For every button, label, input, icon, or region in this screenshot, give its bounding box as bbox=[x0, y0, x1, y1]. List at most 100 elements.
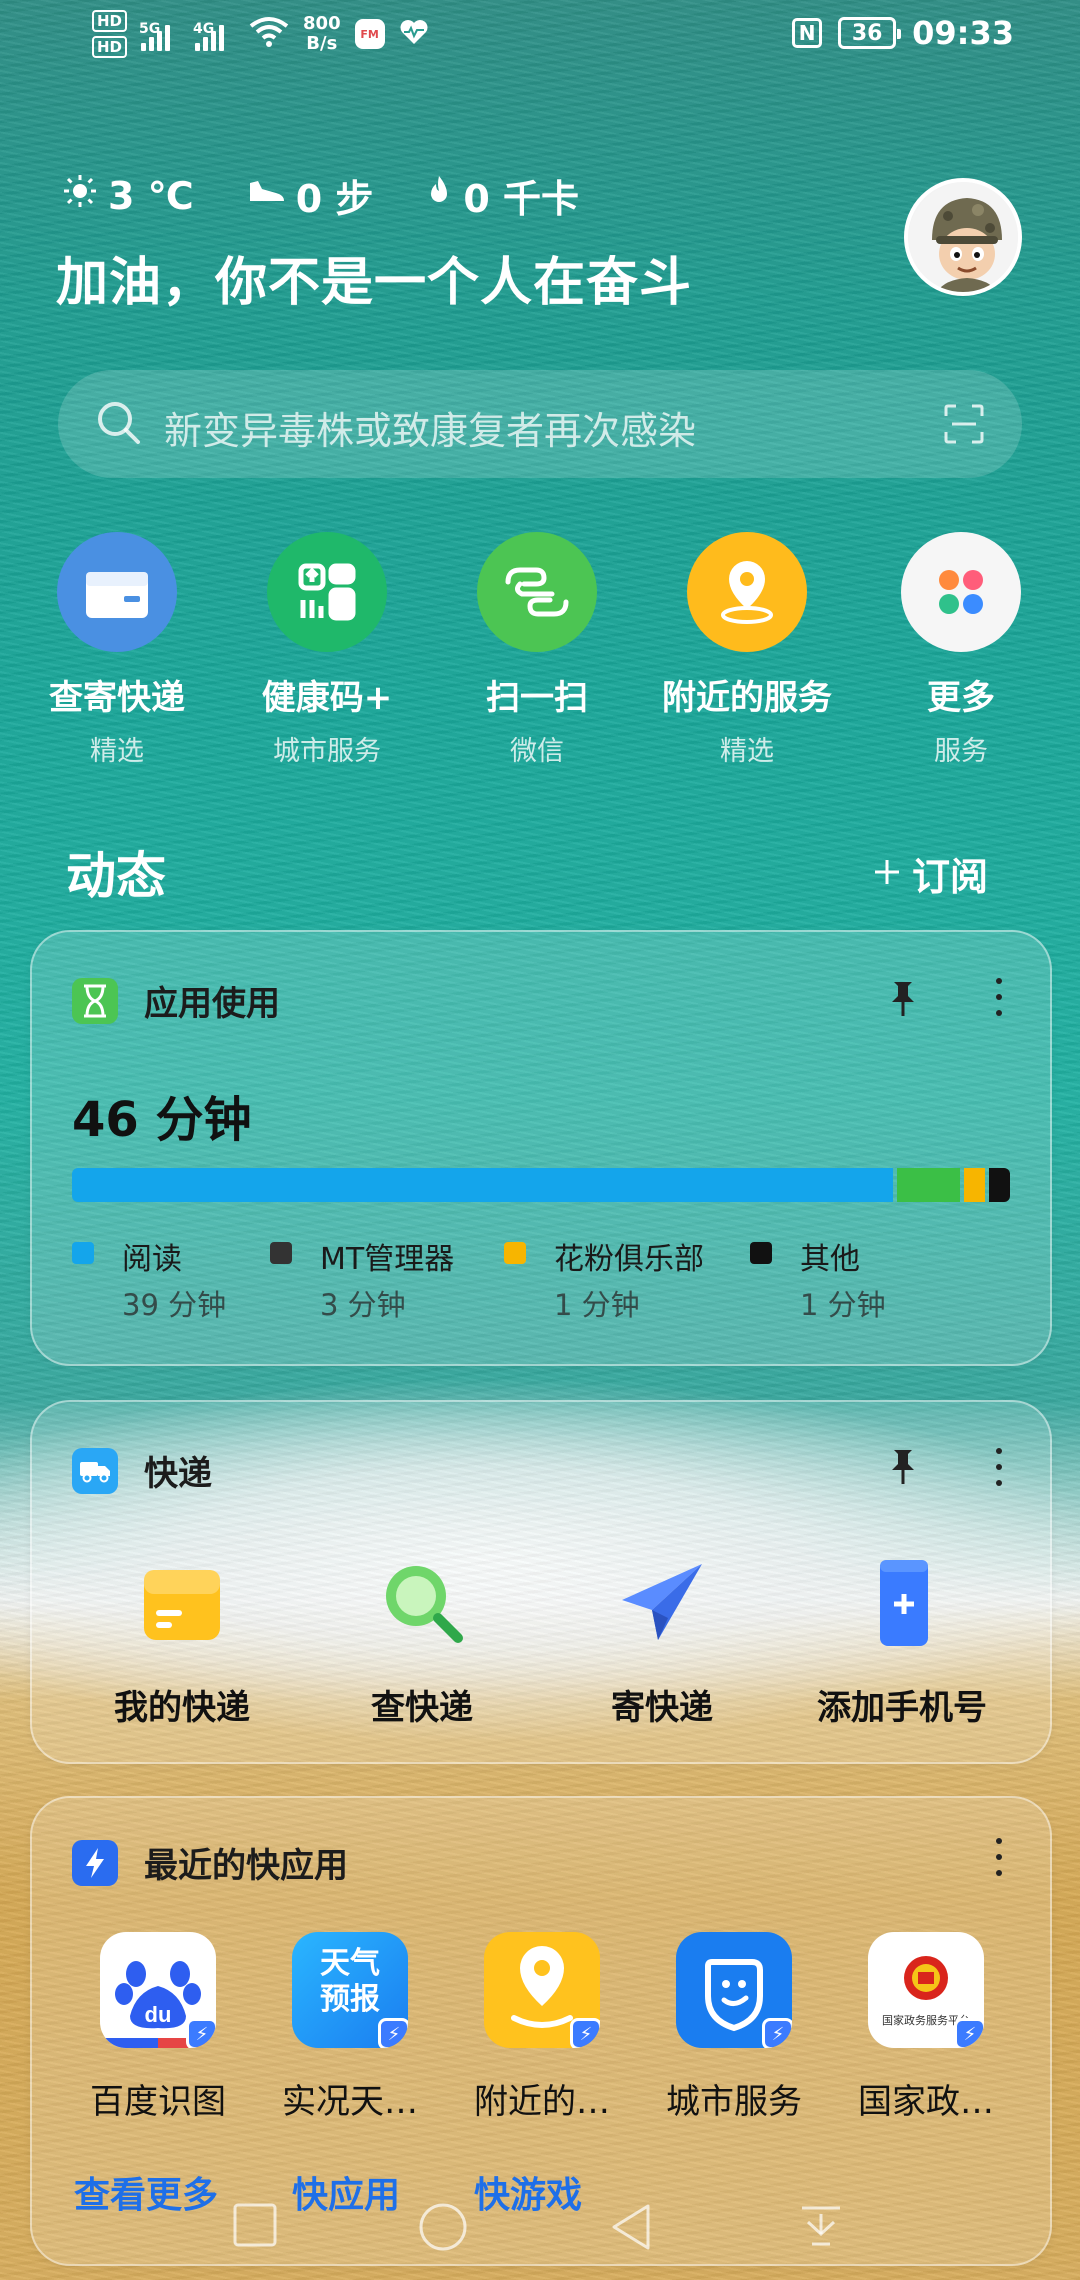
usage-bar bbox=[72, 1168, 1010, 1202]
usage-legend: 阅读 39 分钟 MT管理器 3 分钟 花粉俱乐部 1 分钟 其他 1 分钟 bbox=[72, 1234, 1010, 1334]
signal-5g-icon: 5G bbox=[139, 17, 181, 51]
fm-app-icon: FM bbox=[354, 19, 385, 49]
quick-app-weather[interactable]: 天气 预报 ⚡ 实况天… bbox=[260, 1932, 440, 2123]
wechat-scan-icon bbox=[477, 532, 597, 652]
add-phone-button[interactable]: 添加手机号 bbox=[782, 1552, 1022, 1729]
usage-bar-segment bbox=[988, 1168, 1010, 1202]
lightning-icon bbox=[72, 1839, 118, 1886]
calories-value: 0 千卡 bbox=[463, 177, 580, 221]
speed-unit: B/s bbox=[306, 33, 338, 54]
quick-app-nearby[interactable]: ⚡ 附近的… bbox=[452, 1932, 632, 2123]
flame-icon bbox=[425, 174, 453, 217]
search-icon bbox=[94, 398, 144, 452]
hd-badge-2: HD bbox=[92, 36, 128, 58]
legend-app-name: 阅读 bbox=[122, 1242, 182, 1277]
net-type-1: 5G bbox=[139, 21, 161, 37]
service-nearby[interactable]: 附近的服务 精选 bbox=[642, 532, 852, 768]
more-options-icon[interactable] bbox=[996, 1448, 1002, 1496]
avatar[interactable] bbox=[904, 178, 1022, 296]
navigation-bar bbox=[0, 2188, 1080, 2268]
legend-app-time: 3 分钟 bbox=[320, 1288, 406, 1322]
subscribe-label: 订阅 bbox=[911, 855, 988, 899]
temperature-value: 3 ℃ bbox=[108, 173, 194, 218]
section-title: 动态 bbox=[66, 847, 166, 905]
express-item-label: 我的快递 bbox=[114, 1688, 250, 1728]
quick-app-gov-service[interactable]: 国家政务服务平台 ⚡ 国家政… bbox=[836, 1932, 1016, 2123]
legend-app-name: 花粉俱乐部 bbox=[554, 1242, 704, 1277]
card-title: 最近的快应用 bbox=[144, 1846, 348, 1886]
card-header: 应用使用 bbox=[72, 976, 280, 1025]
quick-app-label: 百度识图 bbox=[90, 2082, 226, 2122]
clock-time: 09:33 bbox=[912, 14, 1014, 52]
weather-icon-text: 天气 预报 bbox=[320, 1946, 380, 2017]
steps-stat[interactable]: 0 步 bbox=[246, 168, 374, 223]
quick-app-label: 实况天… bbox=[282, 2082, 418, 2122]
express-card[interactable]: 快递 我的快递 查快递 寄快递 添加手机号 bbox=[30, 1400, 1052, 1764]
weather-forecast-icon: 天气 预报 ⚡ bbox=[292, 1932, 408, 2048]
search-input[interactable]: 新变异毒株或致康复者再次感染 bbox=[164, 400, 696, 455]
service-name: 更多 bbox=[927, 678, 995, 718]
back-icon[interactable] bbox=[608, 2202, 654, 2256]
usage-bar-segment bbox=[72, 1168, 893, 1202]
nearby-pin-icon: ⚡ bbox=[484, 1932, 600, 2048]
fm-label: FM bbox=[360, 27, 379, 41]
legend-dot bbox=[72, 1242, 94, 1264]
quick-app-label: 附近的… bbox=[474, 2082, 610, 2122]
svg-text:du: du bbox=[145, 2002, 172, 2027]
service-sub: 精选 bbox=[720, 736, 774, 767]
usage-total: 46 分钟 bbox=[72, 1092, 252, 1148]
service-scan[interactable]: 扫一扫 微信 bbox=[432, 532, 642, 768]
plus-icon bbox=[872, 852, 902, 896]
quick-app-badge-icon: ⚡ bbox=[186, 2018, 216, 2048]
more-apps-icon bbox=[901, 532, 1021, 652]
speed-value: 800 bbox=[303, 13, 341, 34]
baidu-paw-icon: du ⚡ bbox=[100, 1932, 216, 2048]
my-express-button[interactable]: 我的快递 bbox=[62, 1552, 302, 1729]
calories-stat[interactable]: 0 千卡 bbox=[425, 168, 579, 223]
service-name: 健康码+ bbox=[261, 678, 393, 718]
home-icon[interactable] bbox=[418, 2202, 468, 2256]
express-item-label: 寄快递 bbox=[611, 1688, 713, 1728]
pin-icon[interactable] bbox=[886, 978, 920, 1022]
query-express-button[interactable]: 查快递 bbox=[302, 1552, 542, 1729]
battery-level: 36 bbox=[851, 20, 883, 46]
quick-app-label: 城市服务 bbox=[666, 2082, 802, 2122]
send-express-button[interactable]: 寄快递 bbox=[542, 1552, 782, 1729]
legend-app-time: 1 分钟 bbox=[554, 1288, 640, 1322]
scan-icon[interactable] bbox=[942, 402, 986, 450]
quick-app-baidu[interactable]: du ⚡ 百度识图 bbox=[68, 1932, 248, 2123]
quick-app-city-service[interactable]: ⚡ 城市服务 bbox=[644, 1932, 824, 2123]
quick-app-badge-icon: ⚡ bbox=[762, 2018, 792, 2048]
more-options-icon[interactable] bbox=[996, 1838, 1002, 1886]
search-bar[interactable]: 新变异毒株或致康复者再次感染 bbox=[58, 370, 1022, 478]
card-header: 快递 bbox=[72, 1446, 212, 1495]
service-sub: 服务 bbox=[934, 736, 988, 767]
legend-app-time: 39 分钟 bbox=[122, 1288, 227, 1322]
service-more[interactable]: 更多 服务 bbox=[856, 532, 1066, 768]
app-usage-card[interactable]: 应用使用 46 分钟 阅读 39 分钟 MT管理器 3 分钟 花粉俱乐部 1 分… bbox=[30, 930, 1052, 1366]
shoe-icon bbox=[246, 176, 286, 216]
notification-pulldown-icon[interactable] bbox=[798, 2202, 844, 2252]
package-icon bbox=[57, 532, 177, 652]
legend-dot bbox=[504, 1242, 526, 1264]
net-type-2: 4G bbox=[193, 21, 215, 37]
more-options-icon[interactable] bbox=[996, 978, 1002, 1026]
service-express[interactable]: 查寄快递 精选 bbox=[12, 532, 222, 768]
usage-bar-segment bbox=[963, 1168, 985, 1202]
express-item-label: 添加手机号 bbox=[817, 1688, 987, 1728]
steps-value: 0 步 bbox=[295, 177, 374, 221]
health-stats[interactable]: 3 ℃ 0 步 0 千卡 bbox=[62, 168, 579, 223]
subscribe-button[interactable]: 订阅 bbox=[872, 846, 988, 901]
recent-apps-icon[interactable] bbox=[232, 2202, 278, 2252]
nfc-label: N bbox=[798, 21, 816, 45]
network-speed: 800 B/s bbox=[303, 14, 341, 54]
parcel-box-icon bbox=[132, 1552, 232, 1652]
hourglass-icon bbox=[72, 977, 118, 1024]
legend-app-name: MT管理器 bbox=[320, 1242, 455, 1277]
sun-icon bbox=[62, 173, 98, 218]
weather-stat[interactable]: 3 ℃ bbox=[62, 168, 194, 223]
service-health-code[interactable]: 健康码+ 城市服务 bbox=[222, 532, 432, 768]
card-title: 应用使用 bbox=[144, 984, 280, 1024]
legend-dot bbox=[270, 1242, 292, 1264]
pin-icon[interactable] bbox=[886, 1446, 920, 1490]
